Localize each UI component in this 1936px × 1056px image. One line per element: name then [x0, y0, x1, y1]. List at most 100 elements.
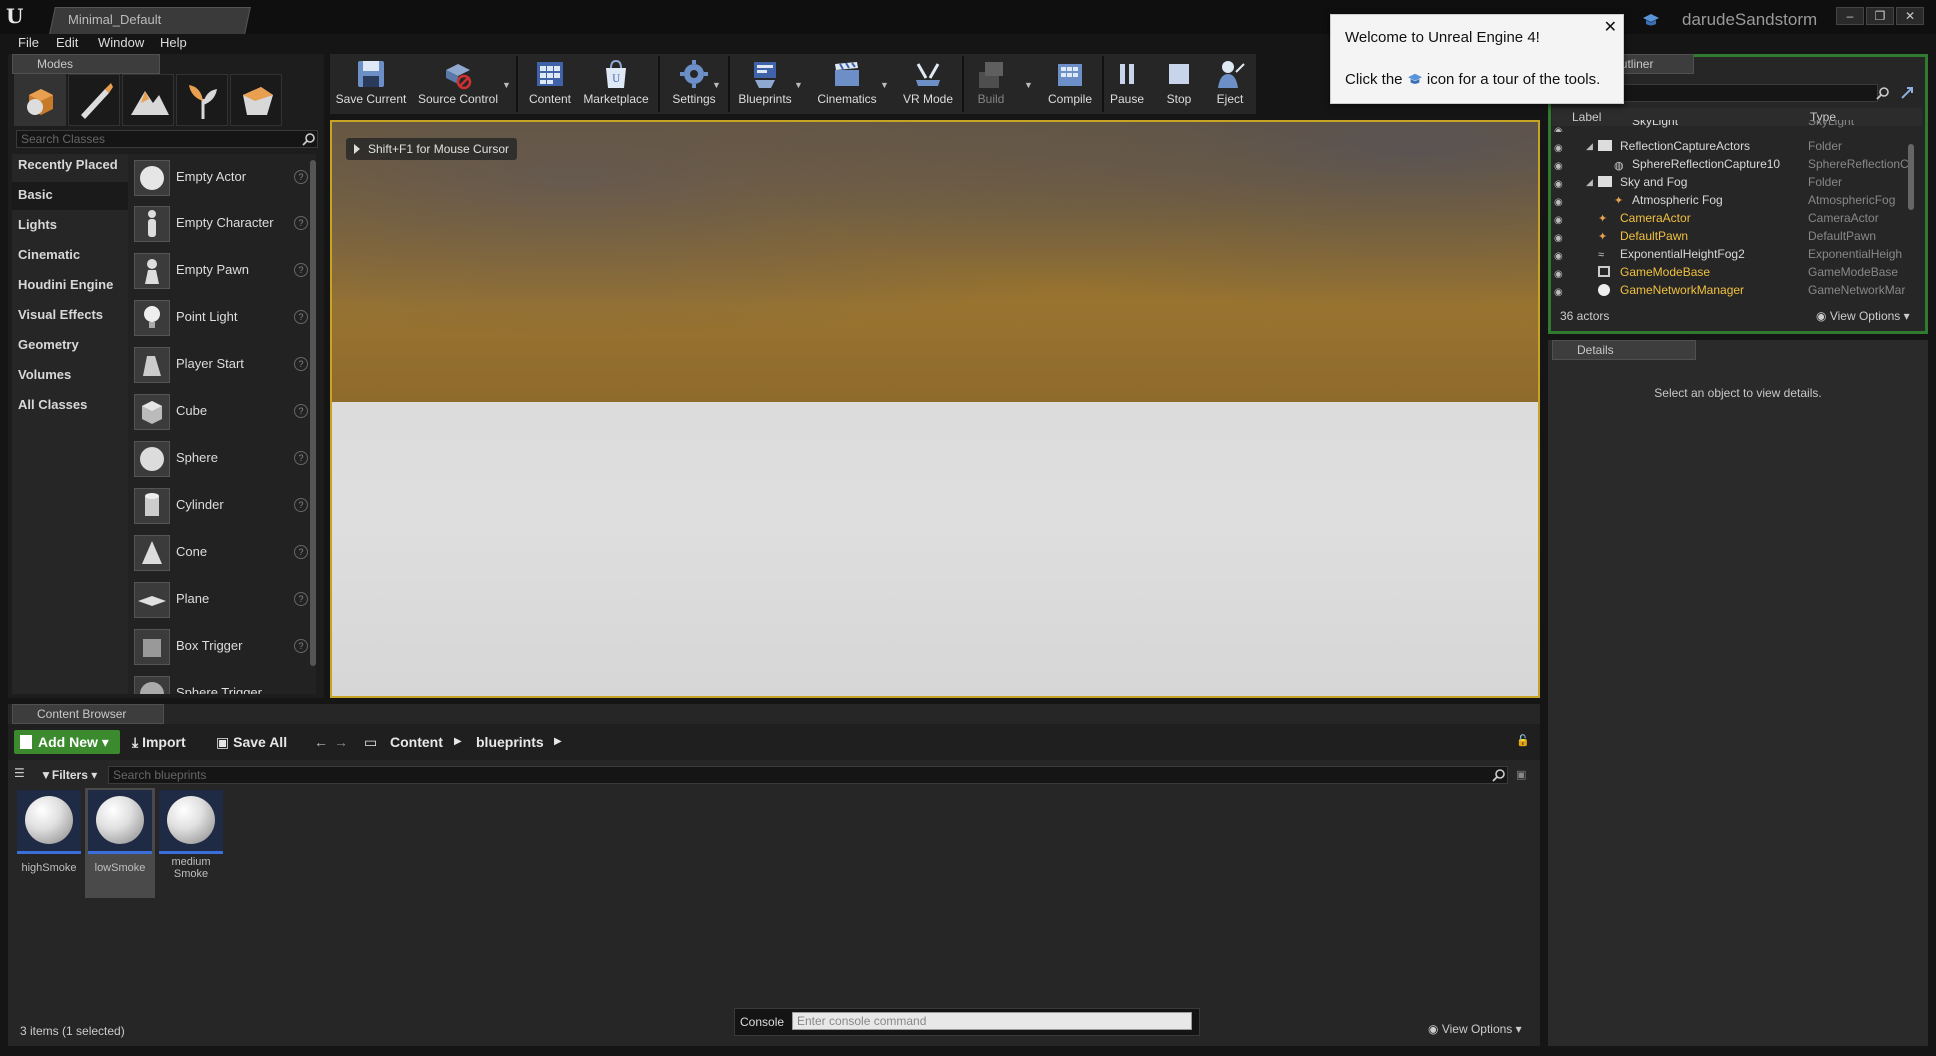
outliner-view-options[interactable]: ◉ View Options ▾ [1816, 304, 1910, 328]
category-basic[interactable]: Basic [12, 182, 128, 210]
menu-window[interactable]: Window [98, 34, 144, 54]
outliner-row[interactable]: ◉ GameNetworkManager GameNetworkMar [1552, 281, 1912, 299]
help-icon[interactable]: ? [294, 545, 308, 559]
geometry-mode-icon[interactable] [230, 74, 282, 126]
help-icon[interactable]: ? [294, 639, 308, 653]
save-current-button[interactable]: Save Current [334, 56, 408, 114]
help-icon[interactable]: ? [294, 451, 308, 465]
sources-toggle-icon[interactable]: ☰ [14, 766, 32, 784]
breadcrumb-separator-icon[interactable]: ▶ [554, 730, 562, 754]
category-geometry[interactable]: Geometry [12, 332, 128, 360]
pause-button[interactable]: Pause [1106, 56, 1148, 114]
eject-button[interactable]: Eject [1206, 56, 1254, 114]
unreal-logo-icon[interactable]: U [6, 4, 32, 30]
category-volumes[interactable]: Volumes [12, 362, 128, 390]
paint-mode-icon[interactable] [68, 74, 120, 126]
place-item-sphere-trigger[interactable]: Sphere Trigger [134, 672, 310, 694]
marketplace-button[interactable]: U Marketplace [580, 56, 652, 114]
console-input[interactable]: Enter console command [792, 1012, 1192, 1030]
outliner-row[interactable]: ◉ ◍ SphereReflectionCapture10 SphereRefl… [1552, 155, 1912, 173]
visibility-eye-icon[interactable]: ◉ [1554, 176, 1568, 190]
visibility-eye-icon[interactable]: ◉ [1554, 140, 1568, 154]
foliage-mode-icon[interactable] [176, 74, 228, 126]
help-icon[interactable]: ? [294, 263, 308, 277]
outliner-row[interactable]: ◉ ≈ ExponentialHeightFog2 ExponentialHei… [1552, 245, 1912, 263]
category-all-classes[interactable]: All Classes [12, 392, 128, 420]
content-view-options[interactable]: ◉ View Options ▾ [1428, 1022, 1522, 1036]
asset-tile[interactable]: highSmoke [14, 788, 84, 898]
breadcrumb-content[interactable]: Content [390, 730, 443, 754]
place-mode-icon[interactable] [14, 74, 66, 126]
help-icon[interactable]: ? [294, 404, 308, 418]
forward-arrow-icon[interactable]: → [334, 730, 348, 754]
tutorial-icon[interactable] [1642, 12, 1660, 28]
vr-mode-button[interactable]: VR Mode [898, 56, 958, 114]
source-control-dropdown-icon[interactable]: ▼ [502, 80, 511, 90]
content-button[interactable]: Content [522, 56, 578, 114]
category-cinematic[interactable]: Cinematic [12, 242, 128, 270]
place-item-plane[interactable]: Plane ? [134, 578, 310, 622]
visibility-eye-icon[interactable]: ◉ [1554, 194, 1568, 208]
place-item-point-light[interactable]: Point Light ? [134, 296, 310, 340]
outliner-row[interactable]: ◉ ◢ Sky and Fog Folder [1552, 173, 1912, 191]
menu-edit[interactable]: Edit [56, 34, 78, 54]
menu-file[interactable]: File [18, 34, 39, 54]
help-icon[interactable]: ? [294, 216, 308, 230]
visibility-eye-icon[interactable]: ◉ [1554, 266, 1568, 280]
breadcrumb-separator-icon[interactable]: ▶ [454, 730, 462, 754]
minimize-button[interactable]: – [1836, 7, 1864, 25]
outliner-row[interactable]: ◉ GameModeBase GameModeBase [1552, 263, 1912, 281]
breadcrumb-blueprints[interactable]: blueprints [476, 730, 544, 754]
blueprints-button[interactable]: Blueprints [734, 56, 796, 114]
compile-button[interactable]: Compile [1042, 56, 1098, 114]
help-icon[interactable]: ? [294, 310, 308, 324]
back-arrow-icon[interactable]: ← [314, 730, 328, 754]
build-dropdown-icon[interactable]: ▼ [1024, 80, 1033, 90]
settings-dropdown-icon[interactable]: ▼ [712, 80, 721, 90]
close-icon[interactable]: ✕ [1604, 17, 1617, 37]
save-all-button[interactable]: ▣ Save All [216, 730, 287, 754]
help-icon[interactable]: ? [294, 592, 308, 606]
category-recently-placed[interactable]: Recently Placed [12, 152, 128, 180]
place-item-empty-actor[interactable]: Empty Actor ? [134, 156, 310, 200]
folder-path-icon[interactable]: ▭ [364, 730, 377, 754]
add-new-button[interactable]: Add New ▾ [14, 730, 120, 754]
help-icon[interactable]: ? [294, 498, 308, 512]
visibility-eye-icon[interactable]: ◉ [1554, 212, 1568, 226]
level-viewport[interactable]: Shift+F1 for Mouse Cursor [330, 120, 1540, 698]
outliner-row[interactable]: ◉ ✦ CameraActor CameraActor [1552, 209, 1912, 227]
place-item-sphere[interactable]: Sphere ? [134, 437, 310, 481]
place-item-box-trigger[interactable]: Box Trigger ? [134, 625, 310, 669]
modes-scrollbar[interactable] [310, 160, 316, 666]
close-window-button[interactable]: ✕ [1896, 7, 1924, 25]
visibility-eye-icon[interactable]: ◉ [1554, 248, 1568, 262]
outliner-row[interactable]: ◉ ✦ Atmospheric Fog AtmosphericFog [1552, 191, 1912, 209]
visibility-eye-icon[interactable]: ◉ [1554, 284, 1568, 298]
outliner-row[interactable]: ◉ ✦ DefaultPawn DefaultPawn [1552, 227, 1912, 245]
add-actor-icon[interactable] [1898, 84, 1916, 102]
menu-help[interactable]: Help [160, 34, 187, 54]
import-button[interactable]: ⤓ Import [132, 730, 186, 754]
visibility-eye-icon[interactable]: ◉ [1554, 158, 1568, 172]
place-item-empty-character[interactable]: Empty Character ? [134, 202, 310, 246]
outliner-row[interactable]: ◉ ◢ ReflectionCaptureActors Folder [1552, 137, 1912, 155]
place-item-cylinder[interactable]: Cylinder ? [134, 484, 310, 528]
outliner-row[interactable]: ◉ SkyLight SkyLight [1552, 120, 1912, 132]
modes-tab[interactable]: Modes [12, 54, 160, 74]
place-item-cone[interactable]: Cone ? [134, 531, 310, 575]
place-item-player-start[interactable]: Player Start ? [134, 343, 310, 387]
maximize-button[interactable]: ❐ [1866, 7, 1894, 25]
category-visual-effects[interactable]: Visual Effects [12, 302, 128, 330]
asset-tile[interactable]: medium Smoke [156, 788, 226, 898]
source-control-button[interactable]: Source Control [414, 56, 502, 114]
expand-arrow-icon[interactable]: ◢ [1586, 173, 1593, 191]
outliner-scrollbar[interactable] [1908, 144, 1914, 210]
details-tab[interactable]: Details [1552, 340, 1696, 360]
place-item-empty-pawn[interactable]: Empty Pawn ? [134, 249, 310, 293]
visibility-eye-icon[interactable]: ◉ [1554, 230, 1568, 244]
place-item-cube[interactable]: Cube ? [134, 390, 310, 434]
build-button[interactable]: Build [968, 56, 1014, 114]
category-lights[interactable]: Lights [12, 212, 128, 240]
content-browser-tab[interactable]: Content Browser [12, 704, 164, 724]
save-search-icon[interactable]: ▣ [1516, 768, 1530, 782]
